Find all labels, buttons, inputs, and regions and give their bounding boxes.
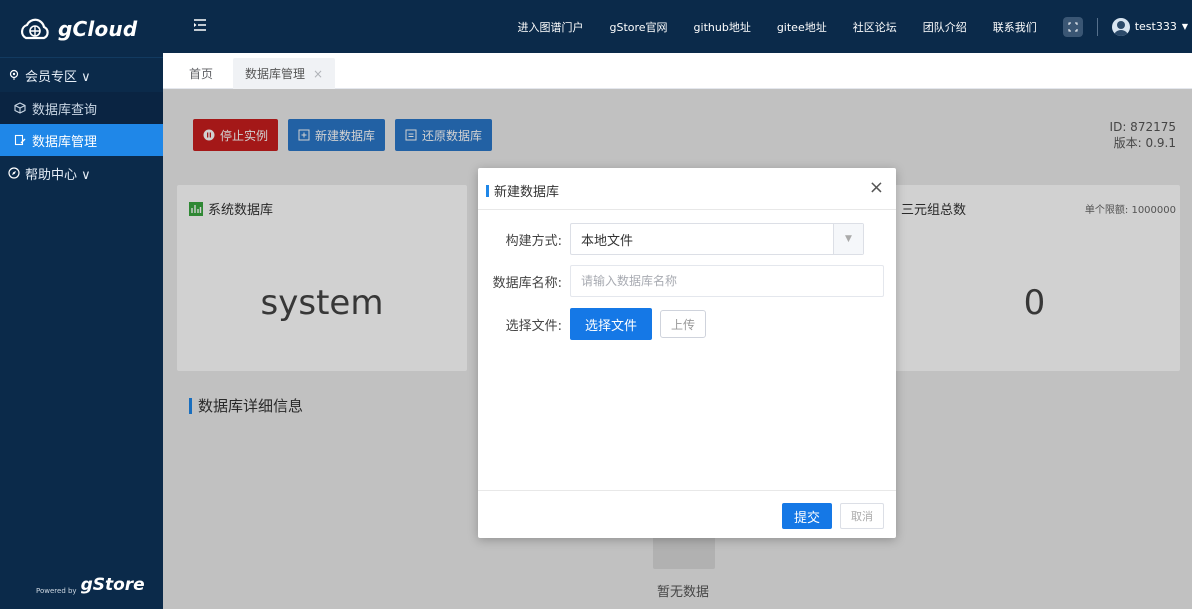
build-method-select[interactable]: 本地文件 ▼ [570, 223, 864, 255]
user-avatar-icon [1113, 20, 1128, 36]
dialog-title: 新建数据库 [486, 181, 559, 200]
gstore-brand: gStore [80, 575, 145, 595]
build-method-row: 构建方式: 本地文件 ▼ [478, 223, 864, 255]
sidebar-group-label: 帮助中心 ∨ [25, 167, 91, 183]
powered-by-text: Powered by [36, 587, 77, 595]
nav-link-portal[interactable]: 进入图谱门户 [517, 19, 583, 35]
chevron-down-icon: ▼ [833, 224, 863, 254]
avatar [1111, 17, 1130, 36]
sidebar-group-member[interactable]: 会员专区 ∨ [0, 58, 163, 92]
topbar-divider [1096, 17, 1098, 36]
logo-text: gCloud [58, 16, 138, 41]
caret-down-icon: ▼ [1181, 22, 1188, 31]
dialog-footer: 提交 取消 [478, 490, 896, 538]
compass-icon [8, 167, 20, 179]
sidebar-group-label: 会员专区 ∨ [25, 69, 91, 85]
new-database-dialog: 新建数据库 × 构建方式: 本地文件 ▼ 数据库名称: 选择文件: 选择文件 上… [478, 168, 896, 538]
menu-fold-icon[interactable] [193, 19, 207, 31]
username: test333 [1134, 20, 1177, 33]
sidebar-submenu: 数据库查询 数据库管理 [0, 92, 163, 156]
nav-link-contact[interactable]: 联系我们 [993, 19, 1037, 35]
sidebar-group-help[interactable]: 帮助中心 ∨ [0, 156, 163, 190]
choose-file-button[interactable]: 选择文件 [570, 308, 653, 340]
close-icon[interactable]: × [869, 177, 884, 198]
submit-button[interactable]: 提交 [781, 503, 832, 529]
file-label: 选择文件: [505, 318, 562, 334]
dialog-title-text: 新建数据库 [494, 185, 560, 200]
build-method-label: 构建方式: [505, 233, 562, 249]
tab-label: 首页 [189, 67, 214, 81]
top-navigation: 进入图谱门户 gStore官网 github地址 gitee地址 社区论坛 团队… [517, 0, 1192, 53]
file-row: 选择文件: 选择文件 上传 [478, 308, 707, 340]
tabs-bar: 首页 数据库管理 × [163, 53, 1192, 89]
nav-link-forum[interactable]: 社区论坛 [853, 19, 897, 35]
sidebar-item-db-manage[interactable]: 数据库管理 [0, 124, 163, 156]
edit-doc-icon [14, 134, 26, 146]
sidebar-item-db-query[interactable]: 数据库查询 [0, 92, 163, 124]
title-accent-bar [486, 184, 489, 197]
db-name-input[interactable] [570, 265, 884, 297]
nav-link-github[interactable]: github地址 [694, 19, 751, 35]
logo[interactable]: gCloud [0, 0, 163, 58]
topbar: 进入图谱门户 gStore官网 github地址 gitee地址 社区论坛 团队… [163, 0, 1192, 53]
nav-link-team[interactable]: 团队介绍 [923, 19, 967, 35]
tab-db-manage[interactable]: 数据库管理 × [233, 58, 336, 89]
upload-button[interactable]: 上传 [660, 310, 707, 338]
cloud-logo-icon [20, 18, 49, 39]
dialog-header: 新建数据库 × [478, 168, 896, 210]
fullscreen-icon [1068, 22, 1078, 31]
sidebar-item-label: 数据库查询 [32, 102, 98, 118]
cube-icon [14, 102, 26, 114]
cancel-button[interactable]: 取消 [840, 503, 884, 529]
user-menu[interactable]: test333 ▼ [1111, 17, 1188, 36]
fullscreen-button[interactable] [1062, 16, 1083, 37]
location-icon [9, 69, 19, 80]
sidebar-item-label: 数据库管理 [32, 134, 98, 150]
build-method-value: 本地文件 [581, 233, 634, 249]
tab-home[interactable]: 首页 [177, 58, 225, 89]
powered-by-logo: Powered by gStore [36, 575, 145, 595]
db-name-row: 数据库名称: [478, 265, 884, 297]
tab-close-icon[interactable]: × [313, 67, 323, 81]
tab-label: 数据库管理 [245, 67, 306, 81]
db-name-label: 数据库名称: [492, 275, 562, 291]
nav-link-gstore[interactable]: gStore官网 [609, 19, 667, 35]
nav-link-gitee[interactable]: gitee地址 [777, 19, 827, 35]
sidebar: gCloud 会员专区 ∨ 数据库查询 数据库管理 帮助中心 ∨ Powered… [0, 0, 163, 609]
